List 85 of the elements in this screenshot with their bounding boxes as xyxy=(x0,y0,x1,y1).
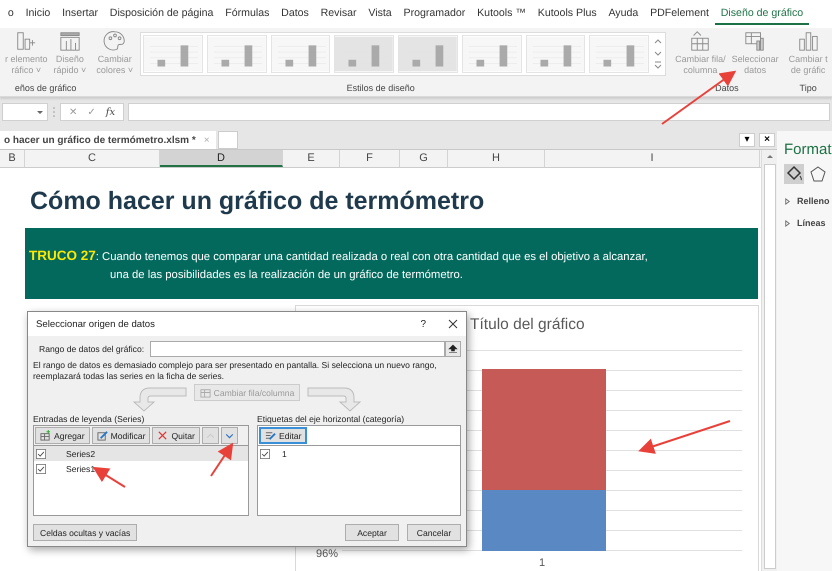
chart-style-thumbnail[interactable] xyxy=(270,35,330,73)
ribbon-tab[interactable]: Fórmulas xyxy=(219,3,276,25)
edit-icon xyxy=(96,430,108,441)
collapse-button[interactable] xyxy=(445,341,461,357)
edit-icon xyxy=(265,430,276,441)
checkbox[interactable] xyxy=(36,464,46,474)
pentagon-icon[interactable] xyxy=(808,164,828,184)
group-label: Datos xyxy=(715,83,739,95)
table-icon xyxy=(200,387,211,398)
ribbon-tab[interactable]: Programador xyxy=(398,3,472,25)
drag-handle-icon[interactable] xyxy=(52,106,56,118)
toolbar-button[interactable]: Agregar xyxy=(35,427,90,444)
axis-label: 96% xyxy=(316,548,338,560)
ribbon-tab[interactable]: Revisar xyxy=(314,3,362,25)
chart-title: Título del gráfico xyxy=(470,316,585,334)
group-label: eños de gráfico xyxy=(14,83,76,95)
move-down-button[interactable] xyxy=(220,427,238,444)
name-box[interactable] xyxy=(2,103,48,121)
sheet-title: Cómo hacer un gráfico de termómetro xyxy=(30,186,486,216)
column-header[interactable]: H xyxy=(448,150,545,167)
ok-button[interactable]: Aceptar xyxy=(345,524,399,541)
fill-bucket-icon[interactable] xyxy=(784,164,804,184)
ribbon-tab[interactable]: Diseño de gráfico xyxy=(714,3,810,25)
ribbon-tab[interactable]: Inicio xyxy=(20,3,56,25)
group-label: Estilos de diseño xyxy=(346,83,415,95)
chart-style-thumbnail[interactable] xyxy=(589,35,650,73)
pane-section[interactable]: Líneas xyxy=(784,218,832,228)
remove-icon xyxy=(157,430,168,441)
ribbon-tab[interactable]: PDFelement xyxy=(644,3,715,25)
tip-text: una de las posibilidades es la realización de un gráfico de termómetro. xyxy=(110,269,464,281)
tip-label: TRUCO 27 xyxy=(29,248,96,263)
ribbon-tab[interactable]: Insertar xyxy=(56,3,104,25)
pane-title: Format xyxy=(784,141,832,158)
group-label: Tipo xyxy=(800,83,817,95)
series-item[interactable]: Series1 xyxy=(34,461,248,476)
tip-text: : Cuando tenemos que comparar una cantidad realizada o real con otra cantidad que es el objetivo a alcanzar, xyxy=(96,251,648,263)
checkbox[interactable] xyxy=(36,448,46,458)
toolbar-button[interactable]: Quitar xyxy=(152,427,200,444)
ribbon-tab[interactable]: Vista xyxy=(362,3,398,25)
column-header[interactable]: F xyxy=(340,150,400,167)
close-icon[interactable] xyxy=(448,319,458,329)
chart-style-thumbnail[interactable] xyxy=(206,35,267,73)
cancel-button[interactable]: Cancelar xyxy=(407,524,461,541)
field-label: Rango de datos del gráfico: xyxy=(39,344,144,354)
more-icon[interactable] xyxy=(653,59,664,71)
close-button[interactable]: × xyxy=(759,133,775,147)
formula-input[interactable] xyxy=(128,103,830,121)
ribbon-tab[interactable]: Disposición de página xyxy=(104,3,220,25)
range-input-field[interactable] xyxy=(150,341,445,357)
layout-icon xyxy=(58,30,82,52)
add-table-icon xyxy=(40,430,51,441)
caret-icon xyxy=(36,108,44,116)
ribbon-tab[interactable]: Ayuda xyxy=(602,3,644,25)
vertical-scrollbar[interactable] xyxy=(761,150,777,571)
column-header[interactable]: G xyxy=(400,150,448,167)
toolbar-button[interactable]: Modificar xyxy=(92,427,150,444)
column-header[interactable]: B xyxy=(0,150,25,167)
menu-button[interactable]: ▾ xyxy=(739,133,755,147)
new-tab-button[interactable] xyxy=(218,131,238,149)
axis-label: 1 xyxy=(538,557,546,569)
edit-button[interactable]: Editar xyxy=(259,427,308,444)
pane-section[interactable]: Relleno xyxy=(784,196,832,206)
column-header[interactable]: D xyxy=(160,150,283,167)
column-header[interactable]: E xyxy=(283,150,340,167)
annotation-arrow xyxy=(210,442,234,477)
column-header[interactable]: I xyxy=(545,150,760,167)
chart-style-thumbnail[interactable] xyxy=(398,35,458,73)
upload-arrow-icon xyxy=(448,344,458,354)
workbook-tab[interactable]: o hacer un gráfico de termómetro.xlsm * × xyxy=(0,131,216,149)
chart-style-thumbnail[interactable] xyxy=(334,35,394,73)
ribbon-tab[interactable]: Kutools Plus xyxy=(532,3,603,25)
checkbox[interactable] xyxy=(260,448,270,458)
chart-style-thumbnail[interactable] xyxy=(462,35,522,73)
ribbon-tab[interactable]: Kutools ™ xyxy=(471,3,532,25)
help-button[interactable]: ? xyxy=(420,318,426,330)
chart-style-thumbnail[interactable] xyxy=(143,35,203,73)
ribbon-tab[interactable]: Datos xyxy=(275,3,315,25)
hidden-cells-button[interactable]: Celdas ocultas y vacías xyxy=(33,524,138,541)
chart-style-thumbnail[interactable] xyxy=(526,35,586,73)
section-label: Entradas de leyenda (Series) xyxy=(33,414,146,424)
ribbon-tab[interactable]: o xyxy=(2,3,20,25)
series-item[interactable]: Series2 xyxy=(34,446,248,461)
dialog-title: Seleccionar origen de datos xyxy=(36,318,156,330)
palette-icon xyxy=(102,30,127,52)
insert-function-button[interactable]: fx xyxy=(106,106,116,118)
